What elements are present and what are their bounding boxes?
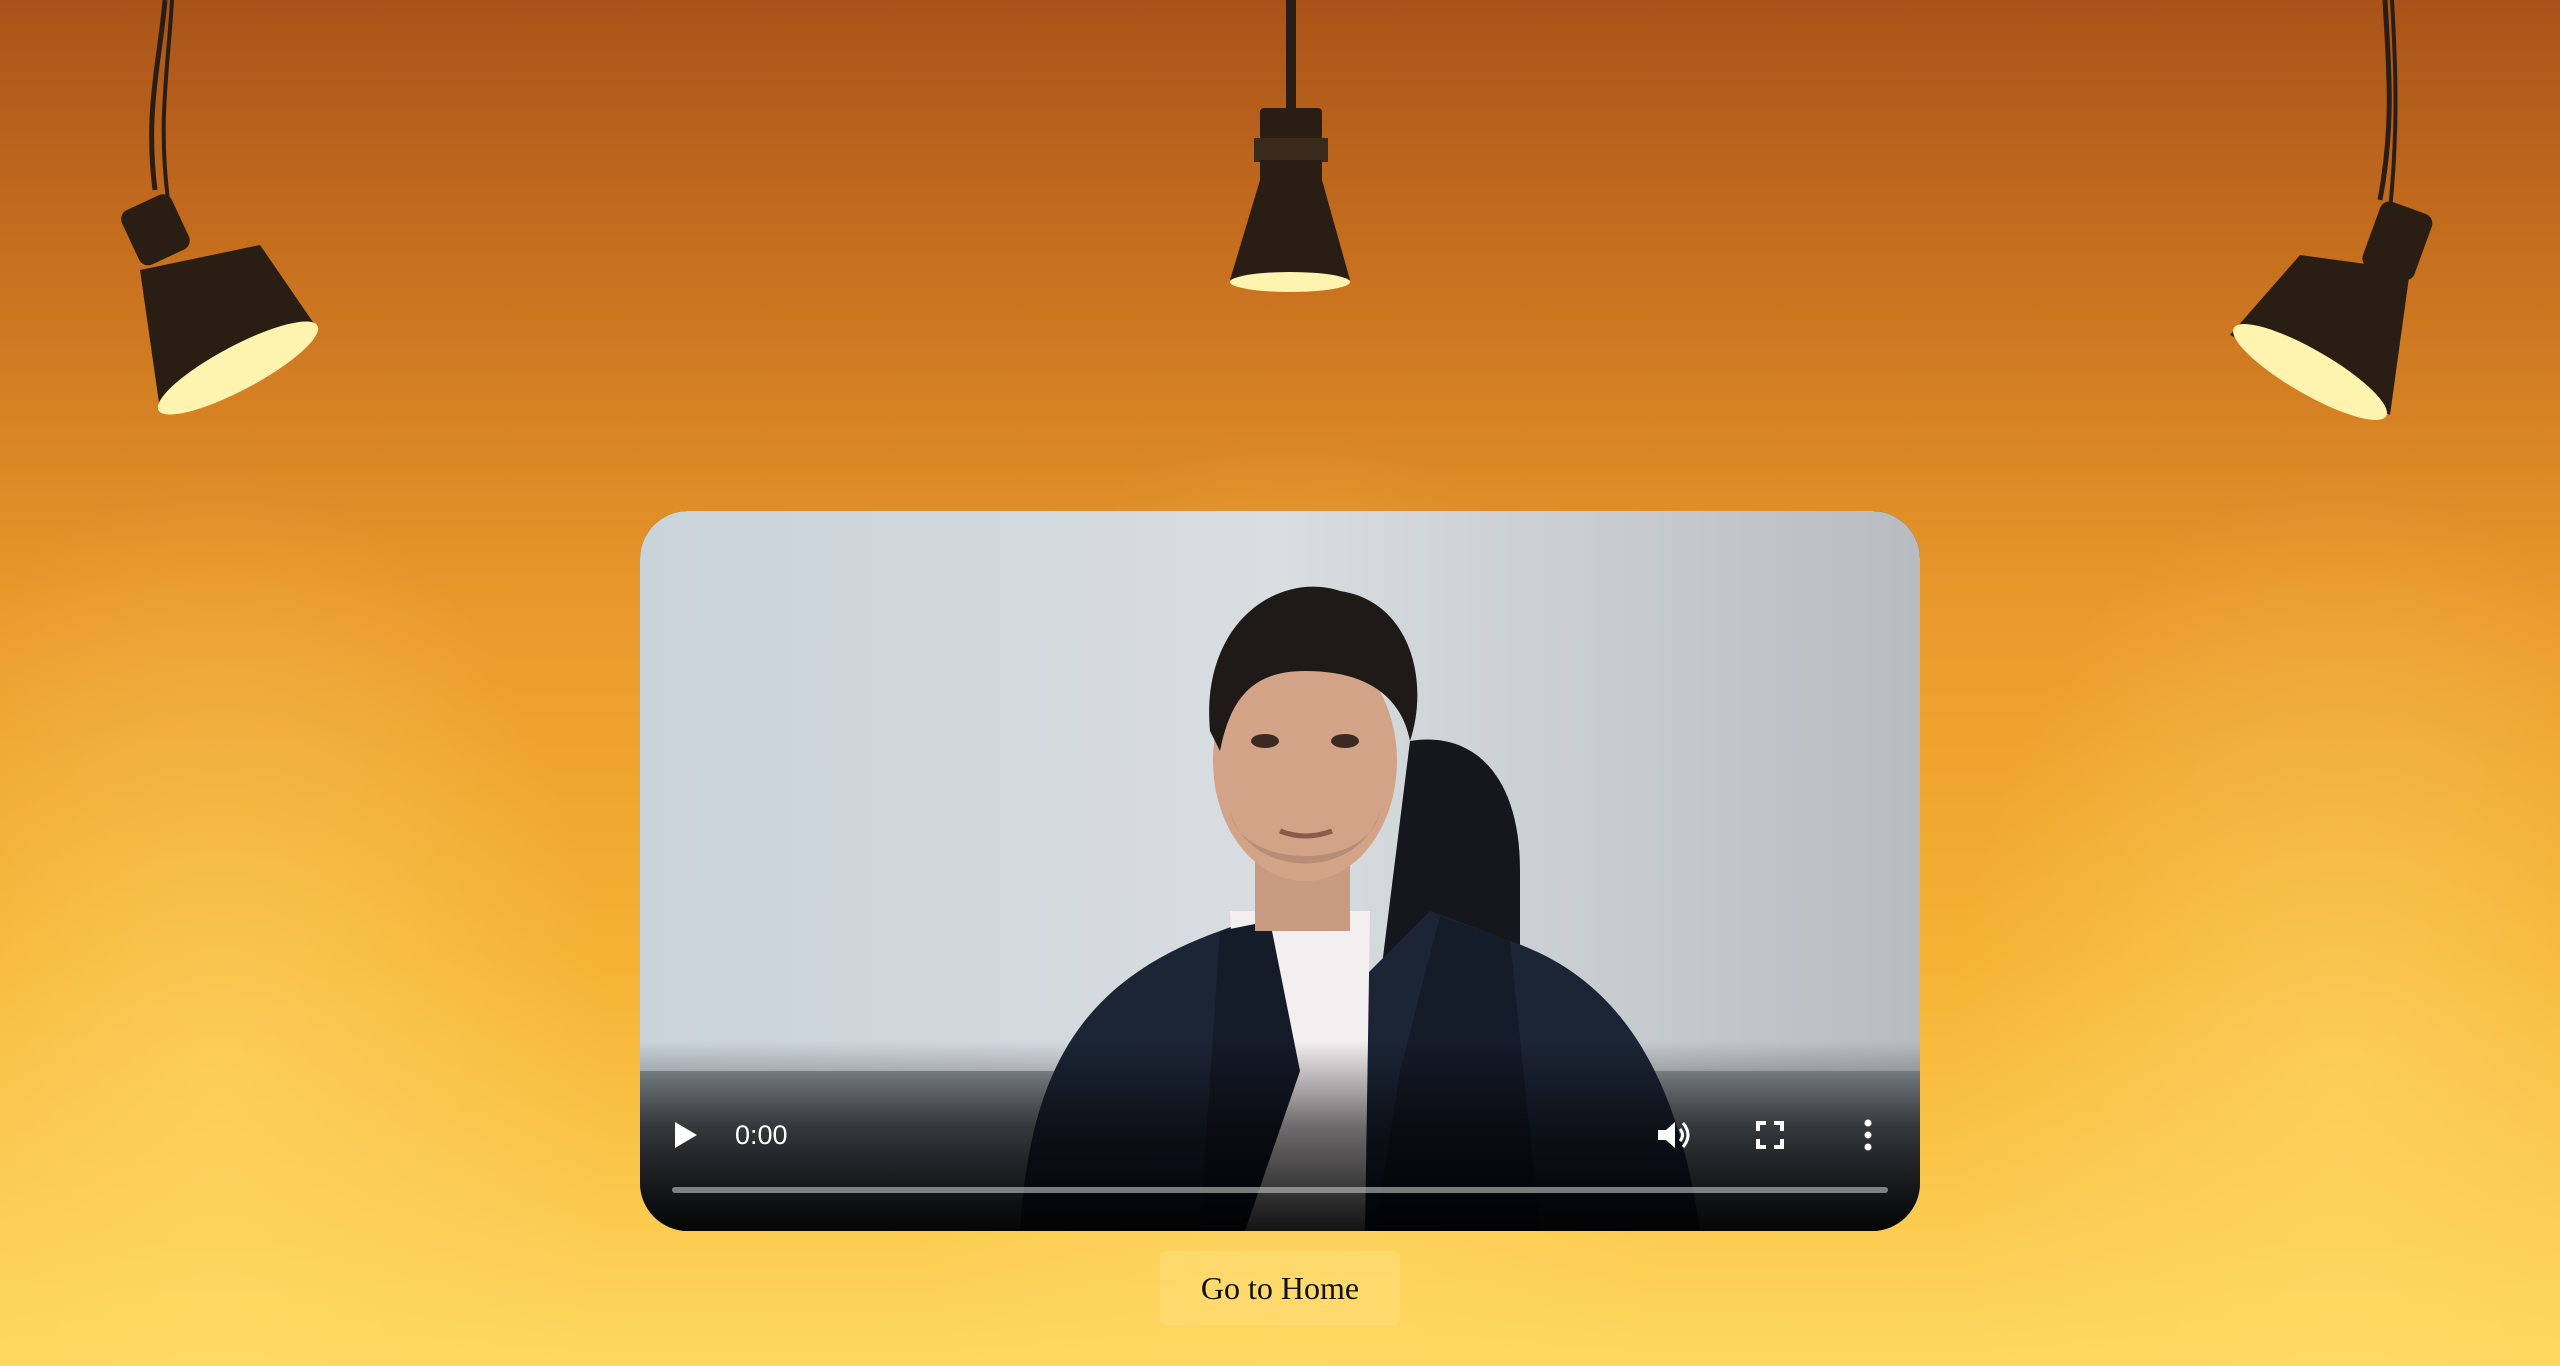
lamp-center-icon [1190, 0, 1390, 300]
more-options-icon[interactable] [1840, 1107, 1896, 1163]
video-controls: 0:00 [640, 1041, 1920, 1231]
current-time: 0:00 [735, 1119, 788, 1150]
go-to-home-button[interactable]: Go to Home [1160, 1251, 1400, 1325]
video-player[interactable]: 0:00 [640, 511, 1920, 1231]
video-progress-bar[interactable] [672, 1187, 1888, 1193]
lamp-right-icon [2220, 0, 2450, 420]
lamp-left-icon [110, 0, 330, 420]
fullscreen-icon[interactable] [1742, 1107, 1798, 1163]
play-icon[interactable] [658, 1107, 714, 1163]
volume-icon[interactable] [1646, 1107, 1702, 1163]
